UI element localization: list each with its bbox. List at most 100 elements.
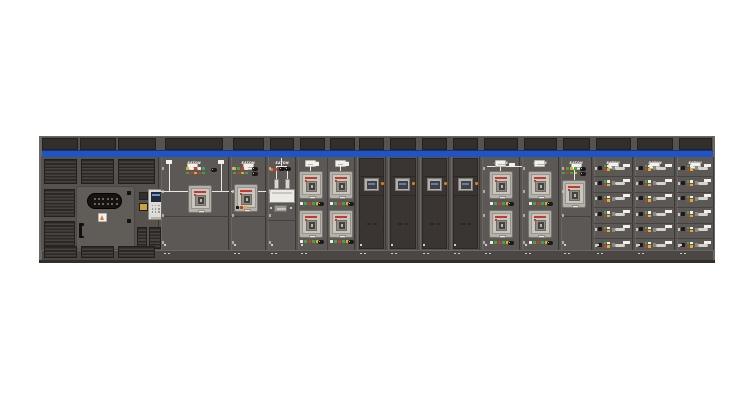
mimic-bus-line: [169, 164, 170, 192]
bucket-divider: [677, 207, 714, 208]
louver-vent: [118, 159, 155, 184]
indicator-light: [190, 172, 193, 175]
bucket-indicator-light: [690, 230, 692, 232]
brand-logo-text: EATON: [275, 162, 288, 165]
bucket-indicator-light: [648, 230, 650, 232]
control-button: [348, 202, 354, 206]
bucket-indicator-light: [607, 215, 609, 217]
breaker-mechanism-mark: [311, 224, 313, 228]
bucket-indicator-light: [607, 227, 609, 229]
bucket-label: [665, 194, 672, 197]
breaker-rating-label: [568, 186, 580, 188]
door-bolt: [127, 191, 131, 195]
bucket-indicator-light: [687, 199, 689, 201]
hmi-key: [155, 208, 156, 209]
breaker-handle-lever: [656, 213, 666, 216]
control-button: [252, 172, 258, 176]
bucket-indicator-light: [648, 180, 650, 182]
breaker-handle: [309, 196, 316, 199]
bucket-indicator-light: [645, 180, 647, 182]
bucket-indicator-light: [645, 227, 647, 229]
bucket-indicator-light: [604, 215, 606, 217]
indicator-light: [570, 172, 573, 175]
breaker-handle-lever: [698, 167, 708, 170]
bucket-indicator-light: [604, 165, 606, 167]
roof-vent-panel: [637, 138, 673, 150]
hinge-dot: [523, 214, 525, 217]
bucket-button: [639, 196, 643, 200]
nameplate-slot: [498, 164, 505, 165]
plinth-marker: [454, 253, 456, 255]
roof-vent-panel: [390, 138, 416, 150]
door-seam: [231, 216, 266, 217]
control-button: [580, 172, 586, 176]
door-seam: [360, 176, 383, 177]
roof-vent-panel: [359, 138, 384, 150]
door-seam: [391, 195, 415, 196]
lineup-base: [39, 260, 715, 263]
plinth-marker: [680, 244, 682, 246]
bucket-indicator-light: [687, 165, 689, 167]
plinth-marker: [597, 244, 599, 246]
indicator-light: [562, 172, 565, 175]
roof-vent-panel: [330, 138, 355, 150]
indicator-light: [342, 240, 345, 243]
brand-logo: EATON: [596, 151, 631, 157]
brand-logo: EATON: [390, 151, 416, 157]
door-seam: [162, 216, 229, 217]
drive-vent: [461, 223, 465, 225]
button-dot: [509, 203, 510, 204]
vent-nameplate: [534, 160, 545, 167]
button-dot: [286, 168, 287, 169]
hazard-triangle-icon: [100, 215, 104, 220]
indicator-light: [241, 167, 244, 170]
grille-hole: [111, 203, 113, 205]
bucket-indicator-light: [648, 242, 650, 244]
roof-vent-panel: [270, 138, 294, 150]
bucket-indicator-light: [648, 215, 650, 217]
drive-display: [427, 178, 442, 191]
bucket-indicator-light: [690, 211, 692, 213]
bucket-indicator-light: [690, 242, 692, 244]
indicator-light: [240, 206, 243, 209]
drive-screen: [367, 181, 377, 189]
bucket-indicator-light: [648, 184, 650, 186]
indicator-light: [494, 241, 497, 244]
mcc-bucket: [677, 209, 714, 222]
hmi-key: [152, 208, 153, 209]
breaker-mechanism-mark: [311, 185, 313, 189]
door-seam: [391, 176, 415, 177]
scene: EATONEATONEATONEATONEATONEATONEATONEATON…: [0, 0, 750, 400]
louver-vent: [44, 159, 77, 184]
mcc-bucket: [677, 240, 714, 253]
bucket-indicator-light: [607, 168, 609, 170]
button-dot: [581, 173, 582, 174]
bucket-indicator-light: [645, 211, 647, 213]
mcc-bucket: [635, 194, 675, 207]
drive-display: [458, 178, 473, 191]
breaker-handle-lever: [656, 167, 666, 170]
hinge-dot: [483, 214, 485, 217]
bucket-divider: [635, 238, 675, 239]
bucket-indicator-light: [604, 227, 606, 229]
indicator-light: [541, 241, 544, 244]
mimic-bus-line: [221, 164, 222, 192]
button-dot: [349, 203, 350, 204]
hinge-dot: [636, 228, 638, 231]
hinge-dot: [232, 190, 234, 193]
plinth-marker: [164, 253, 166, 255]
drive-indicator-light: [412, 182, 415, 185]
brand-logo: EATON: [524, 151, 557, 157]
plinth-marker: [680, 253, 682, 255]
hinge-dot: [678, 167, 680, 170]
control-button: [547, 241, 553, 245]
hinge-dot: [595, 228, 597, 231]
indicator-light: [312, 240, 315, 243]
hinge-dot: [232, 167, 234, 170]
bucket-label: [623, 179, 630, 182]
breaker-mechanism-mark: [341, 185, 343, 189]
bucket-indicator-light: [687, 168, 689, 170]
bucket-indicator-light: [604, 184, 606, 186]
indicator-light: [490, 241, 493, 244]
drawout-circuit-breaker: [188, 185, 212, 213]
